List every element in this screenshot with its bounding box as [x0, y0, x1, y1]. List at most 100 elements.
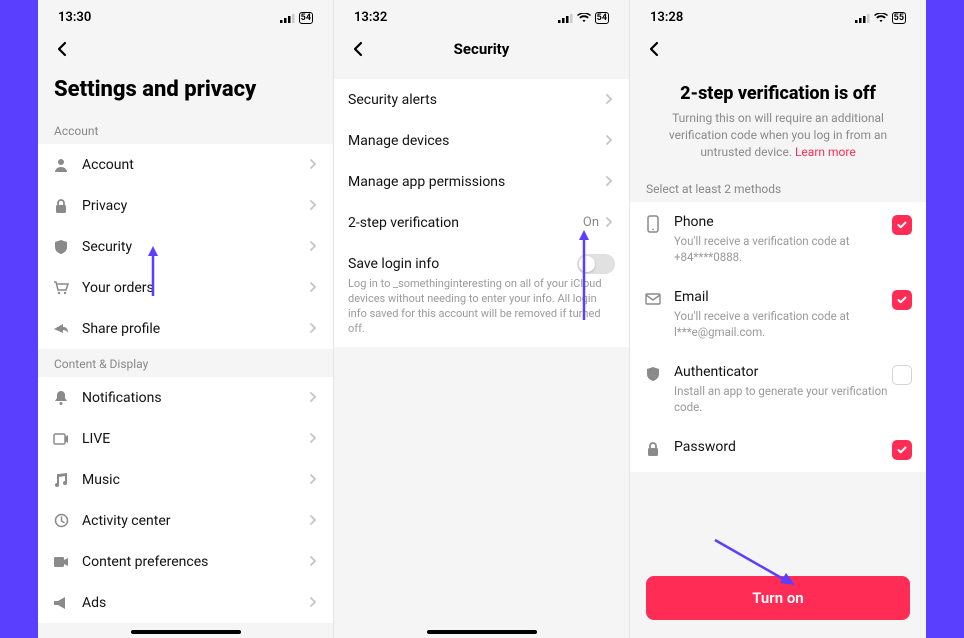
cellular-icon	[558, 13, 573, 23]
checkbox[interactable]	[892, 440, 912, 460]
row-activity-center[interactable]: Activity center	[38, 500, 333, 541]
method-sub: Install an app to generate your verifica…	[674, 384, 892, 415]
learn-more-link[interactable]: Learn more	[795, 145, 856, 159]
row-orders[interactable]: Your orders	[38, 267, 333, 308]
battery-icon: 55	[892, 12, 906, 24]
row-music[interactable]: Music	[38, 459, 333, 500]
row-content-preferences[interactable]: Content preferences	[38, 541, 333, 582]
checkbox[interactable]	[892, 290, 912, 310]
back-button[interactable]	[644, 39, 664, 59]
cart-icon	[52, 279, 70, 297]
chevron-right-icon	[603, 131, 615, 150]
wifi-icon	[577, 13, 591, 23]
row-label: Music	[82, 472, 307, 488]
row-ads[interactable]: Ads	[38, 582, 333, 623]
chevron-right-icon	[603, 90, 615, 109]
hero-desc: Turning this on will require an addition…	[654, 110, 902, 160]
row-share-profile[interactable]: Share profile	[38, 308, 333, 349]
nav-bar	[630, 31, 926, 69]
row-account[interactable]: Account	[38, 144, 333, 185]
section-label-content: Content & Display	[38, 349, 333, 377]
chevron-right-icon	[603, 172, 615, 191]
screen-security: 13:32 54 Security Security alerts Manage…	[334, 0, 630, 638]
chevron-right-icon	[307, 593, 319, 612]
back-button[interactable]	[348, 39, 368, 59]
row-description: Log in to _somethinginteresting on all o…	[348, 274, 615, 336]
row-label: Share profile	[82, 321, 307, 337]
methods-list: Phone You'll receive a verification code…	[630, 202, 926, 472]
row-label: Content preferences	[82, 554, 307, 570]
wifi-icon	[874, 13, 888, 23]
row-save-login-info[interactable]: Save login info Log in to _somethinginte…	[334, 243, 629, 347]
hero-title: 2-step verification is off	[654, 83, 902, 104]
page-title: Settings and privacy	[38, 69, 333, 116]
hero: 2-step verification is off Turning this …	[630, 69, 926, 174]
chevron-right-icon	[307, 388, 319, 407]
row-two-step-verification[interactable]: 2-step verification On	[334, 202, 629, 243]
row-manage-devices[interactable]: Manage devices	[334, 120, 629, 161]
phone-icon	[644, 215, 662, 233]
row-value: On	[583, 215, 599, 230]
status-indicators: 54	[280, 12, 313, 24]
row-security-alerts[interactable]: Security alerts	[334, 79, 629, 120]
row-notifications[interactable]: Notifications	[38, 377, 333, 418]
row-label: Ads	[82, 595, 307, 611]
row-manage-app-permissions[interactable]: Manage app permissions	[334, 161, 629, 202]
checkbox[interactable]	[892, 215, 912, 235]
chevron-right-icon	[307, 511, 319, 530]
method-name: Email	[674, 289, 892, 305]
nav-bar: Security	[334, 31, 629, 69]
video-icon	[52, 553, 70, 571]
status-bar: 13:32 54	[334, 0, 629, 31]
method-name: Password	[674, 439, 892, 455]
status-indicators: 54	[558, 12, 609, 24]
method-password[interactable]: Password	[630, 427, 926, 472]
method-email[interactable]: Email You'll receive a verification code…	[630, 277, 926, 352]
status-bar: 13:28 55	[630, 0, 926, 31]
status-bar: 13:30 54	[38, 0, 333, 31]
chevron-right-icon	[307, 552, 319, 571]
chevron-right-icon	[603, 213, 615, 232]
row-label: Account	[82, 157, 307, 173]
chevron-right-icon	[307, 196, 319, 215]
account-list: Account Privacy Security Your orders Sha	[38, 144, 333, 349]
turn-on-button[interactable]: Turn on	[646, 576, 910, 620]
chevron-left-icon	[52, 39, 72, 59]
section-label-account: Account	[38, 116, 333, 144]
status-indicators: 55	[855, 12, 906, 24]
row-live[interactable]: LIVE	[38, 418, 333, 459]
row-security[interactable]: Security	[38, 226, 333, 267]
chevron-left-icon	[348, 39, 368, 59]
chevron-left-icon	[644, 39, 664, 59]
share-icon	[52, 320, 70, 338]
status-time: 13:32	[354, 10, 387, 25]
method-sub: You'll receive a verification code at +8…	[674, 234, 892, 265]
status-time: 13:30	[58, 10, 91, 25]
row-label: Your orders	[82, 280, 307, 296]
method-phone[interactable]: Phone You'll receive a verification code…	[630, 202, 926, 277]
method-sub: You'll receive a verification code at l*…	[674, 309, 892, 340]
screen-two-step: 13:28 55 2-step verification is off Turn…	[630, 0, 926, 638]
home-indicator[interactable]	[427, 630, 537, 634]
home-indicator[interactable]	[131, 630, 241, 634]
row-privacy[interactable]: Privacy	[38, 185, 333, 226]
cellular-icon	[280, 13, 295, 23]
nav-title: Security	[334, 40, 629, 58]
row-label: Save login info	[348, 256, 577, 272]
row-label: Manage app permissions	[348, 174, 603, 190]
shield-icon	[644, 365, 662, 383]
nav-bar	[38, 31, 333, 69]
chevron-right-icon	[307, 470, 319, 489]
checkbox[interactable]	[892, 365, 912, 385]
select-methods-label: Select at least 2 methods	[630, 174, 926, 202]
back-button[interactable]	[52, 39, 72, 59]
row-label: Manage devices	[348, 133, 603, 149]
row-label: LIVE	[82, 431, 307, 447]
shield-icon	[52, 238, 70, 256]
method-authenticator[interactable]: Authenticator Install an app to generate…	[630, 352, 926, 427]
chevron-right-icon	[307, 155, 319, 174]
toggle-save-login[interactable]	[577, 254, 615, 274]
content-list: Notifications LIVE Music Activity center	[38, 377, 333, 623]
battery-icon: 54	[299, 12, 313, 24]
method-name: Authenticator	[674, 364, 892, 380]
